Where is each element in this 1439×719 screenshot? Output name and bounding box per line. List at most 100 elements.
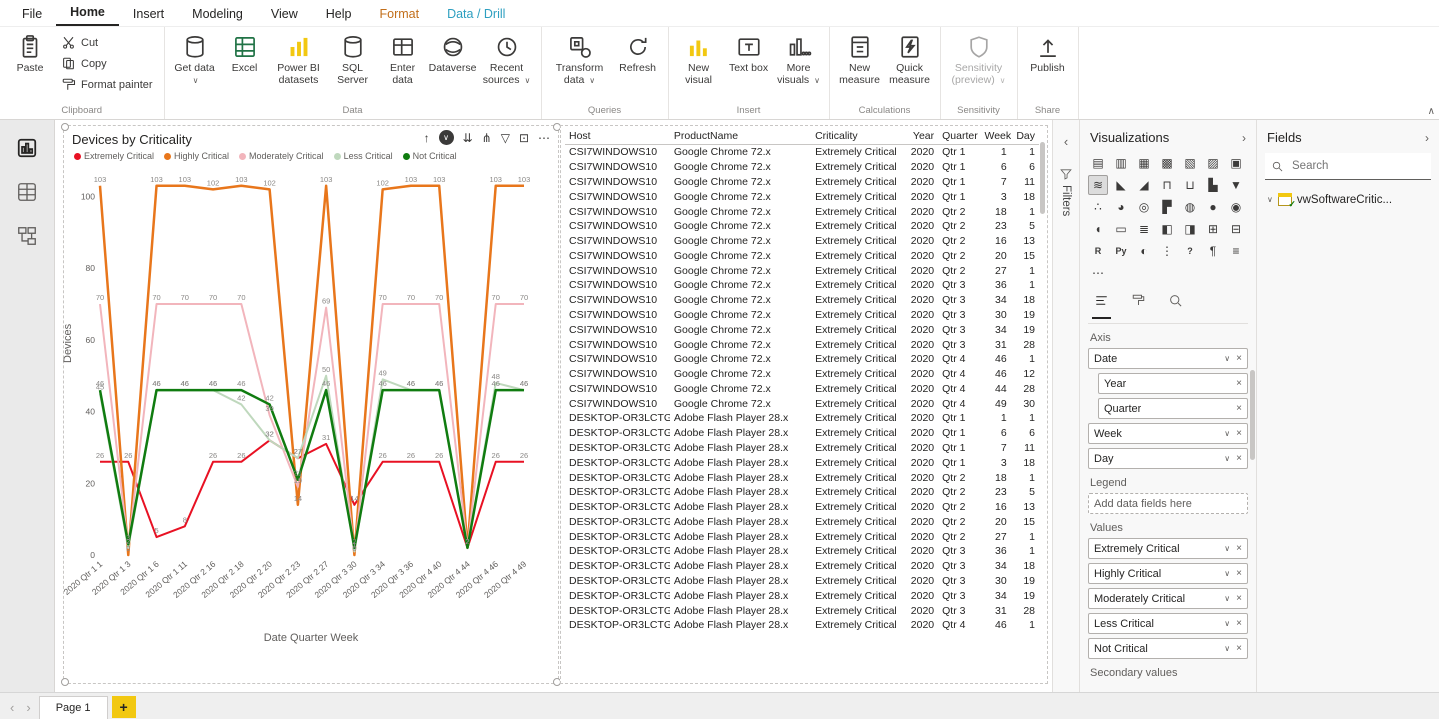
- table-row[interactable]: CSI7WINDOWS10Google Chrome 72.xExtremely…: [565, 263, 1039, 278]
- get-data-button[interactable]: Get data ∨: [171, 31, 219, 90]
- table-row[interactable]: CSI7WINDOWS10Google Chrome 72.xExtremely…: [565, 160, 1039, 175]
- visual-icon-stacked-bar-chart[interactable]: ▤: [1088, 153, 1108, 173]
- visual-icon-more-visuals-options[interactable]: ⋯: [1088, 263, 1108, 283]
- column-header-host[interactable]: Host: [565, 128, 670, 145]
- field-pill-quarter[interactable]: Quarter×: [1098, 398, 1248, 419]
- filters-icon[interactable]: ▽: [501, 132, 510, 144]
- visual-icon-filled-map[interactable]: ●: [1203, 197, 1223, 217]
- table-row[interactable]: DESKTOP-OR3LCTGAdobe Flash Player 28.xEx…: [565, 441, 1039, 456]
- visual-icon-stacked-column-chart[interactable]: ▥: [1111, 153, 1131, 173]
- table-row[interactable]: CSI7WINDOWS10Google Chrome 72.xExtremely…: [565, 248, 1039, 263]
- refresh-button[interactable]: Refresh: [614, 31, 662, 78]
- remove-field-icon[interactable]: ×: [1236, 428, 1242, 439]
- excel-button[interactable]: Excel: [221, 31, 269, 78]
- visual-icon-matrix[interactable]: ⊟: [1226, 219, 1246, 239]
- visual-icon-area-chart[interactable]: ◣: [1111, 175, 1131, 195]
- remove-field-icon[interactable]: ×: [1236, 643, 1242, 654]
- table-row[interactable]: CSI7WINDOWS10Google Chrome 72.xExtremely…: [565, 204, 1039, 219]
- new-measure-button[interactable]: New measure: [836, 31, 884, 90]
- table-visual[interactable]: HostProductNameCriticalityYearQuarterWee…: [560, 125, 1048, 684]
- visual-icon-funnel-chart[interactable]: ▼: [1226, 175, 1246, 195]
- table-row[interactable]: DESKTOP-OR3LCTGAdobe Flash Player 28.xEx…: [565, 559, 1039, 574]
- resize-handle[interactable]: [61, 678, 69, 686]
- recent-sources-button[interactable]: Recent sources ∨: [479, 31, 535, 90]
- visual-icon-kpi[interactable]: ◧: [1157, 219, 1177, 239]
- search-input[interactable]: [1290, 159, 1404, 173]
- column-header-quarter[interactable]: Quarter: [938, 128, 980, 145]
- ribbon-tab-data-drill[interactable]: Data / Drill: [433, 3, 519, 26]
- table-row[interactable]: CSI7WINDOWS10Google Chrome 72.xExtremely…: [565, 382, 1039, 397]
- chevron-down-icon[interactable]: ∨: [1224, 619, 1230, 628]
- tab-field-wells[interactable]: [1092, 291, 1111, 319]
- visual-icon-key-influencers[interactable]: ◐: [1134, 241, 1154, 261]
- visual-icon-gauge[interactable]: ◖: [1088, 219, 1108, 239]
- ribbon-tab-modeling[interactable]: Modeling: [178, 3, 257, 26]
- visual-icon-multi-row-card[interactable]: ≣: [1134, 219, 1154, 239]
- chevron-down-icon[interactable]: ∨: [1224, 354, 1230, 363]
- ribbon-tab-view[interactable]: View: [257, 3, 312, 26]
- table-row[interactable]: CSI7WINDOWS10Google Chrome 72.xExtremely…: [565, 175, 1039, 190]
- visual-icon-python-visual[interactable]: Py: [1111, 241, 1131, 261]
- visual-icon-100-stacked-column-chart[interactable]: ▨: [1203, 153, 1223, 173]
- column-header-week[interactable]: Week: [980, 128, 1010, 145]
- ribbon-tab-help[interactable]: Help: [312, 3, 366, 26]
- table-row[interactable]: CSI7WINDOWS10Google Chrome 72.xExtremely…: [565, 337, 1039, 352]
- chevron-down-icon[interactable]: ∨: [1224, 544, 1230, 553]
- tab-format[interactable]: [1129, 291, 1148, 319]
- table-row[interactable]: CSI7WINDOWS10Google Chrome 72.xExtremely…: [565, 322, 1039, 337]
- table-row[interactable]: DESKTOP-OR3LCTGAdobe Flash Player 28.xEx…: [565, 544, 1039, 559]
- page-tab[interactable]: Page 1: [39, 696, 108, 719]
- model-view-button[interactable]: [13, 222, 41, 250]
- dataverse-button[interactable]: Dataverse: [429, 31, 477, 78]
- text-box-button[interactable]: Text box: [725, 31, 773, 78]
- resize-handle[interactable]: [61, 123, 69, 131]
- remove-field-icon[interactable]: ×: [1236, 618, 1242, 629]
- collapse-fields-icon[interactable]: ›: [1425, 131, 1429, 145]
- publish-button[interactable]: Publish: [1024, 31, 1072, 78]
- ribbon-tab-insert[interactable]: Insert: [119, 3, 178, 26]
- enter-data-button[interactable]: Enter data: [379, 31, 427, 90]
- visual-icon-r-script-visual[interactable]: R: [1088, 241, 1108, 261]
- field-pill-less-critical[interactable]: Less Critical∨×: [1088, 613, 1248, 634]
- more-visuals-button[interactable]: More visuals ∨: [775, 31, 823, 90]
- visual-icon-smart-narrative[interactable]: ¶: [1203, 241, 1223, 261]
- visual-icon-line-and-clustered-column-chart[interactable]: ⊔: [1180, 175, 1200, 195]
- table-scrollbar[interactable]: [1040, 142, 1045, 214]
- field-pill-moderately-critical[interactable]: Moderately Critical∨×: [1088, 588, 1248, 609]
- visual-icon-decomposition-tree[interactable]: ⋮: [1157, 241, 1177, 261]
- table-row[interactable]: CSI7WINDOWS10Google Chrome 72.xExtremely…: [565, 396, 1039, 411]
- visual-icon-donut-chart[interactable]: ◎: [1134, 197, 1154, 217]
- table-row[interactable]: DESKTOP-OR3LCTGAdobe Flash Player 28.xEx…: [565, 470, 1039, 485]
- table-row[interactable]: CSI7WINDOWS10Google Chrome 72.xExtremely…: [565, 234, 1039, 249]
- chevron-down-icon[interactable]: ∨: [1224, 644, 1230, 653]
- new-page-button[interactable]: +: [112, 696, 136, 718]
- visual-icon-card[interactable]: ▭: [1111, 219, 1131, 239]
- table-row[interactable]: DESKTOP-OR3LCTGAdobe Flash Player 28.xEx…: [565, 411, 1039, 426]
- drill-mode-icon[interactable]: ∨: [439, 130, 454, 145]
- collapse-visualizations-icon[interactable]: ›: [1242, 131, 1246, 145]
- legend-well-placeholder[interactable]: Add data fields here: [1088, 493, 1248, 514]
- dataset-item[interactable]: ∨ ✓ vwSoftwareCritic...: [1265, 190, 1431, 209]
- collapse-ribbon-icon[interactable]: ∧: [1428, 106, 1435, 117]
- cut-button[interactable]: Cut: [56, 33, 158, 52]
- filters-pane-toggle[interactable]: Filters: [1059, 167, 1073, 216]
- go-to-next-level-icon[interactable]: ⇊: [463, 132, 473, 144]
- visual-icon-line-and-stacked-column-chart[interactable]: ⊓: [1157, 175, 1177, 195]
- visual-icon-100-stacked-bar-chart[interactable]: ▧: [1180, 153, 1200, 173]
- field-pill-highly-critical[interactable]: Highly Critical∨×: [1088, 563, 1248, 584]
- expand-filters-icon[interactable]: ‹: [1064, 134, 1068, 149]
- table-row[interactable]: DESKTOP-OR3LCTGAdobe Flash Player 28.xEx…: [565, 588, 1039, 603]
- remove-field-icon[interactable]: ×: [1236, 403, 1242, 414]
- column-header-criticality[interactable]: Criticality: [811, 128, 904, 145]
- report-view-button[interactable]: [13, 134, 41, 162]
- remove-field-icon[interactable]: ×: [1236, 568, 1242, 579]
- chevron-down-icon[interactable]: ∨: [1224, 569, 1230, 578]
- field-pill-week[interactable]: Week∨×: [1088, 423, 1248, 444]
- focus-mode-icon[interactable]: ⊡: [519, 132, 529, 144]
- table-row[interactable]: CSI7WINDOWS10Google Chrome 72.xExtremely…: [565, 145, 1039, 160]
- remove-field-icon[interactable]: ×: [1236, 378, 1242, 389]
- table-row[interactable]: DESKTOP-OR3LCTGAdobe Flash Player 28.xEx…: [565, 618, 1039, 633]
- visual-icon-pie-chart[interactable]: ◕: [1111, 197, 1131, 217]
- visual-icon-shape-map[interactable]: ◉: [1226, 197, 1246, 217]
- table-row[interactable]: CSI7WINDOWS10Google Chrome 72.xExtremely…: [565, 352, 1039, 367]
